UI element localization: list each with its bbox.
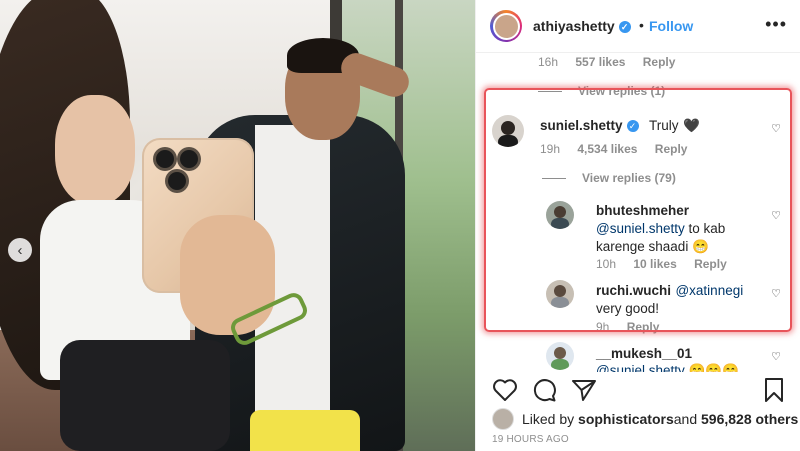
reply-body: ruchi.wuchi @xatinnegi very good! bbox=[596, 282, 771, 318]
reply-meta: 9h Reply bbox=[596, 320, 673, 334]
share-paper-plane-icon[interactable] bbox=[571, 378, 597, 402]
comment-username[interactable]: suniel.shetty bbox=[540, 118, 623, 133]
mention-link[interactable]: @suniel.shetty bbox=[596, 221, 685, 236]
comment-meta: 16h 557 likes Reply bbox=[538, 55, 689, 69]
view-replies-label: View replies (79) bbox=[582, 171, 676, 185]
post-side-panel: athiyashetty ✓ • Follow ••• 16h 557 likes… bbox=[475, 0, 800, 451]
chevron-left-icon: ‹ bbox=[17, 241, 23, 259]
black-heart-emoji: 🖤 bbox=[682, 118, 700, 133]
comment-body: suniel.shetty ✓ Truly 🖤 bbox=[540, 117, 700, 135]
liker-username[interactable]: sophisticators bbox=[578, 411, 674, 427]
reply-likes[interactable]: 10 likes bbox=[633, 257, 676, 271]
reply-username[interactable]: ruchi.wuchi bbox=[596, 283, 671, 298]
like-comment-heart-icon[interactable]: ♡ bbox=[771, 209, 781, 222]
reply-button[interactable]: Reply bbox=[655, 142, 688, 156]
reply-time: 10h bbox=[596, 257, 617, 271]
reply-button[interactable]: Reply bbox=[694, 257, 727, 271]
reply-button[interactable]: Reply bbox=[643, 55, 676, 69]
author-username-wrap[interactable]: athiyashetty ✓ bbox=[533, 18, 631, 34]
comment-time: 16h bbox=[538, 55, 559, 69]
mention-link[interactable]: @xatinnegi bbox=[675, 283, 743, 298]
reply-username[interactable]: bhuteshmeher bbox=[596, 202, 771, 220]
liker-avatar[interactable] bbox=[492, 408, 514, 430]
author-username[interactable]: athiyashetty bbox=[533, 18, 615, 34]
grin-emoji: 😁😁😁 bbox=[688, 363, 739, 372]
comment-likes[interactable]: 557 likes bbox=[575, 55, 625, 69]
likes-prefix: Liked by bbox=[522, 411, 575, 427]
reply-avatar[interactable] bbox=[546, 201, 574, 229]
like-comment-heart-icon[interactable]: ♡ bbox=[771, 287, 781, 300]
photo-woman-pants bbox=[60, 340, 230, 451]
likes-count[interactable]: 596,828 others bbox=[701, 411, 798, 427]
comment-text: Truly bbox=[648, 118, 679, 133]
reply-avatar[interactable] bbox=[546, 342, 574, 370]
view-replies-label: View replies (1) bbox=[578, 84, 666, 98]
phone-camera-lens bbox=[180, 150, 198, 168]
reply-text: very good! bbox=[596, 301, 660, 316]
more-options-icon[interactable]: ••• bbox=[765, 14, 787, 35]
photo-woman-face bbox=[55, 95, 135, 205]
follow-button[interactable]: Follow bbox=[649, 18, 693, 34]
like-comment-heart-icon[interactable]: ♡ bbox=[771, 350, 781, 363]
comment-icon[interactable] bbox=[531, 377, 557, 403]
phone-camera-lens bbox=[156, 150, 174, 168]
post-photo[interactable]: ‹ bbox=[0, 0, 475, 451]
reply-avatar[interactable] bbox=[546, 280, 574, 308]
header-separator: • bbox=[639, 17, 644, 33]
post-header: athiyashetty ✓ • Follow ••• bbox=[476, 0, 800, 53]
save-bookmark-icon[interactable] bbox=[763, 377, 785, 403]
comment-time: 19h bbox=[540, 142, 561, 156]
view-replies-button[interactable]: View replies (1) bbox=[538, 84, 665, 98]
phone-camera-lens bbox=[168, 172, 186, 190]
mention-link[interactable]: @suniel.shetty bbox=[596, 363, 685, 372]
carousel-prev-button[interactable]: ‹ bbox=[8, 238, 32, 262]
comment-meta: 19h 4,534 likes Reply bbox=[540, 142, 701, 156]
likes-summary: Liked by sophisticators and 596,828 othe… bbox=[492, 408, 798, 430]
action-bar bbox=[476, 372, 800, 408]
comments-list[interactable]: 16h 557 likes Reply View replies (1) sun… bbox=[476, 52, 800, 372]
comment-likes[interactable]: 4,534 likes bbox=[577, 142, 637, 156]
like-heart-icon[interactable] bbox=[492, 378, 518, 402]
photo-yellow-bag bbox=[250, 410, 360, 451]
comment-avatar[interactable] bbox=[492, 115, 524, 147]
divider-line bbox=[538, 91, 562, 92]
reply-button[interactable]: Reply bbox=[627, 320, 660, 334]
view-replies-button[interactable]: View replies (79) bbox=[542, 171, 676, 185]
divider-line bbox=[542, 178, 566, 179]
author-avatar[interactable] bbox=[490, 10, 522, 42]
grin-emoji: 😁 bbox=[692, 239, 709, 254]
reply-body: bhuteshmeher @suniel.shetty to kab karen… bbox=[596, 202, 771, 256]
reply-time: 9h bbox=[596, 320, 610, 334]
verified-badge-icon: ✓ bbox=[626, 120, 639, 132]
verified-badge-icon: ✓ bbox=[618, 21, 631, 33]
avatar-photo bbox=[492, 12, 520, 40]
reply-username[interactable]: __mukesh__01 bbox=[596, 345, 771, 362]
reply-meta: 10h 10 likes Reply bbox=[596, 257, 741, 271]
reply-body: __mukesh__01 @suniel.shetty 😁😁😁 bbox=[596, 345, 771, 372]
post-timestamp: 19 HOURS AGO bbox=[492, 434, 569, 445]
likes-and: and bbox=[673, 411, 698, 427]
like-comment-heart-icon[interactable]: ♡ bbox=[771, 122, 781, 135]
